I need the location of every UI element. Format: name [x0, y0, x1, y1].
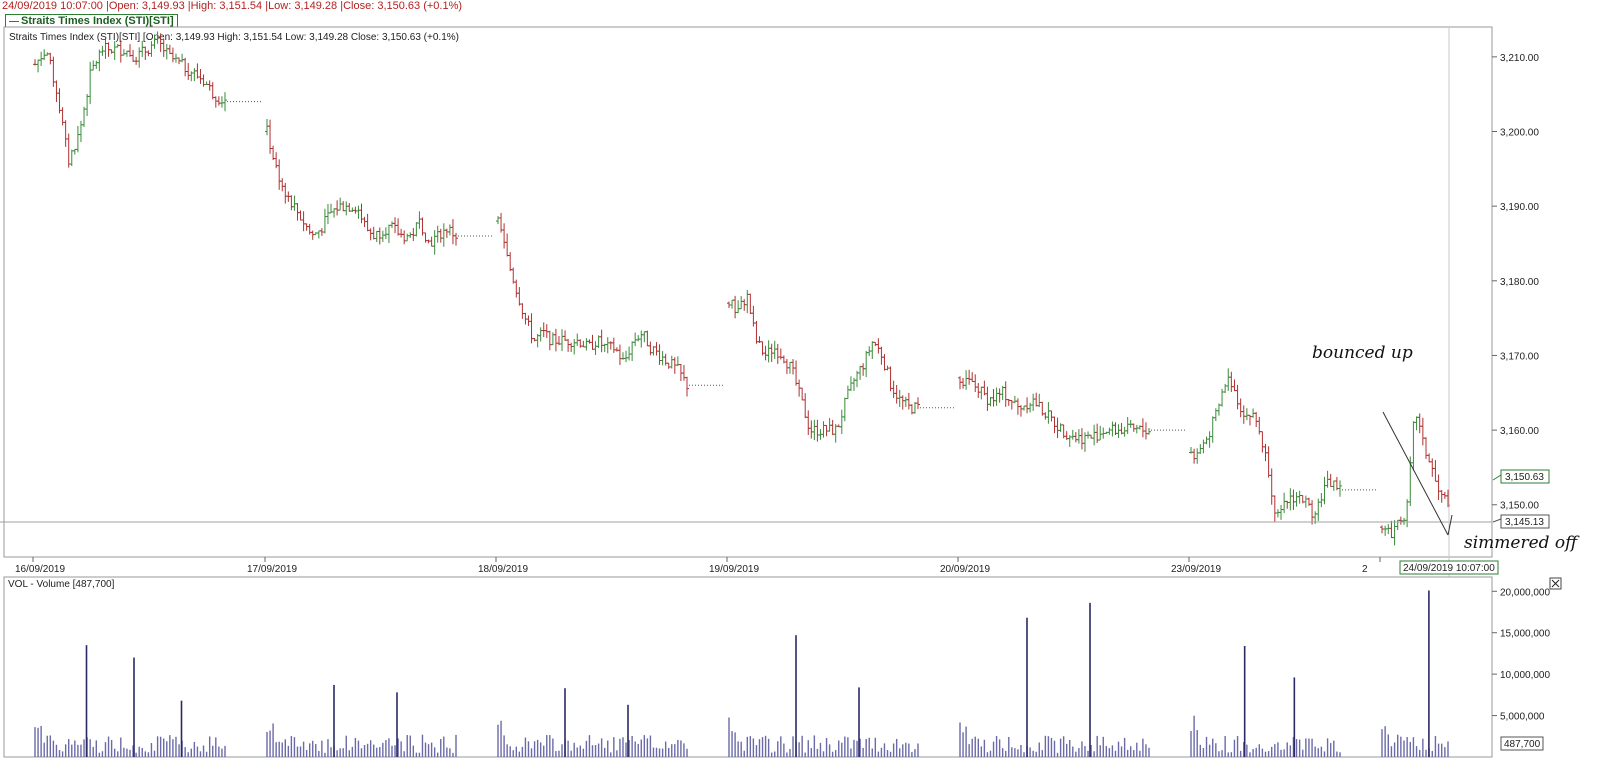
price-y-tick-label: 3,150.00 — [1500, 501, 1539, 512]
volume-y-axis: 20,000,000 15,000,000 10,000,000 5,000,000 — [1492, 587, 1550, 723]
price-y-tick-label: 3,180.00 — [1500, 277, 1539, 288]
price-y-tick-label: 3,170.00 — [1500, 351, 1539, 362]
last-price-pointer — [1492, 474, 1502, 481]
price-y-tick-label: 3,190.00 — [1500, 202, 1539, 213]
volume-y-tick-label: 10,000,000 — [1500, 670, 1550, 681]
x-tick-label: 20/09/2019 — [940, 564, 990, 575]
x-tick-label: 18/09/2019 — [478, 564, 528, 575]
price-y-tick-label: 3,160.00 — [1500, 426, 1539, 437]
crosshair-price-label: 3,145.13 — [1505, 517, 1544, 528]
volume-last-label: 487,700 — [1504, 739, 1541, 750]
volume-panel-title: VOL - Volume [487,700] — [8, 579, 115, 590]
x-tick-label: 23/09/2019 — [1171, 564, 1221, 575]
x-tick-label: 16/09/2019 — [15, 564, 65, 575]
chart-canvas[interactable]: Straits Times Index (STI)[STI] [Open: 3,… — [0, 0, 1600, 775]
close-panel-button[interactable] — [1549, 577, 1562, 590]
volume-y-tick-label: 15,000,000 — [1500, 629, 1550, 640]
x-tick-label: 2 — [1362, 564, 1368, 575]
x-tick-label: 19/09/2019 — [709, 564, 759, 575]
crosshair-time-label: 24/09/2019 10:07:00 — [1403, 563, 1495, 574]
x-tick-label: 17/09/2019 — [247, 564, 297, 575]
price-y-tick-label: 3,210.00 — [1500, 53, 1539, 64]
price-panel-title: Straits Times Index (STI)[STI] [Open: 3,… — [9, 32, 459, 43]
volume-panel — [3, 576, 1493, 758]
annotation-bounced-up: bounced up — [1312, 343, 1413, 363]
price-y-axis: 3,210.00 3,200.00 3,190.00 3,180.00 3,170.00… — [1492, 53, 1539, 512]
crosshair-price-pointer — [1492, 518, 1502, 523]
x-axis: 16/09/2019 17/09/2019 18/09/2019 19/09/2019… — [15, 557, 1381, 575]
volume-y-tick-label: 20,000,000 — [1500, 587, 1550, 598]
volume-y-tick-label: 5,000,000 — [1500, 712, 1545, 723]
price-y-tick-label: 3,200.00 — [1500, 128, 1539, 139]
annotation-simmered-off: simmered off — [1464, 533, 1580, 553]
last-price-label: 3,150.63 — [1505, 472, 1544, 483]
